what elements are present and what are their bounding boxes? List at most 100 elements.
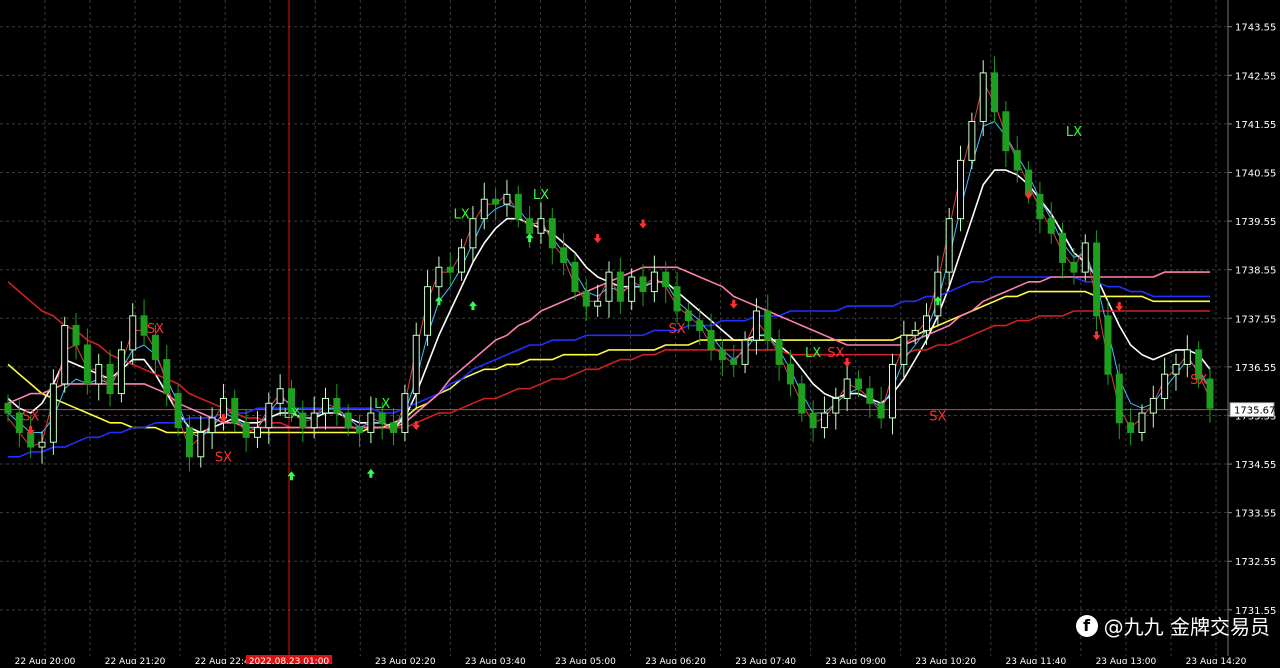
- candle-body[interactable]: [911, 329, 919, 336]
- candle-body[interactable]: [786, 363, 794, 385]
- candle-body[interactable]: [446, 266, 454, 273]
- candle-body[interactable]: [1047, 218, 1055, 234]
- candle-body[interactable]: [696, 320, 704, 331]
- candle-body[interactable]: [1093, 242, 1101, 317]
- candle-body[interactable]: [61, 325, 69, 385]
- candle-body[interactable]: [503, 193, 511, 205]
- price-chart[interactable]: 1743.55 1742.55 1741.55 1740.55 1739.55 1738.…: [0, 0, 1280, 667]
- candle-body[interactable]: [548, 218, 556, 249]
- candle-body[interactable]: [208, 417, 216, 433]
- candle-body[interactable]: [820, 412, 828, 429]
- candle-body[interactable]: [4, 402, 12, 414]
- candle-body[interactable]: [1183, 349, 1191, 365]
- candle-body[interactable]: [344, 412, 352, 429]
- plot-area[interactable]: [0, 0, 1228, 656]
- candle-body[interactable]: [1127, 422, 1135, 433]
- candle-body[interactable]: [900, 334, 908, 365]
- candle-body[interactable]: [775, 339, 783, 365]
- candle-body[interactable]: [185, 427, 193, 458]
- candle-body[interactable]: [707, 329, 715, 351]
- candle-body[interactable]: [151, 334, 159, 361]
- candle-body[interactable]: [401, 393, 409, 433]
- candle-body[interactable]: [684, 310, 692, 322]
- candle-body[interactable]: [877, 402, 885, 419]
- candle-body[interactable]: [492, 198, 500, 205]
- candle-body[interactable]: [809, 412, 817, 429]
- candle-body[interactable]: [628, 276, 636, 302]
- candle-body[interactable]: [1070, 261, 1078, 273]
- candle-body[interactable]: [458, 247, 466, 273]
- candle-body[interactable]: [424, 286, 432, 336]
- candle-body[interactable]: [1013, 150, 1021, 171]
- candle-body[interactable]: [72, 325, 80, 346]
- candle-body[interactable]: [582, 291, 590, 307]
- candle-body[interactable]: [1149, 397, 1157, 414]
- candle-body[interactable]: [367, 412, 375, 433]
- candle-body[interactable]: [174, 393, 182, 429]
- candle-body[interactable]: [843, 378, 851, 399]
- chart-svg[interactable]: 1743.55 1742.55 1741.55 1740.55 1739.55 1738.…: [0, 0, 1280, 667]
- candle-body[interactable]: [798, 383, 806, 414]
- candle-body[interactable]: [866, 388, 874, 404]
- candle-body[interactable]: [83, 344, 91, 385]
- candle-body[interactable]: [310, 412, 318, 429]
- candle-body[interactable]: [594, 300, 602, 307]
- candle-body[interactable]: [231, 397, 239, 424]
- candle-body[interactable]: [95, 363, 103, 385]
- candle-body[interactable]: [1036, 193, 1044, 220]
- candle-body[interactable]: [1172, 363, 1180, 375]
- candle-body[interactable]: [752, 310, 760, 341]
- candle-body[interactable]: [412, 334, 420, 395]
- candle-body[interactable]: [957, 159, 965, 220]
- candle-body[interactable]: [514, 193, 522, 220]
- candle-body[interactable]: [1115, 373, 1123, 424]
- candle-body[interactable]: [945, 218, 953, 273]
- candle-body[interactable]: [968, 120, 976, 161]
- candle-body[interactable]: [106, 363, 114, 395]
- candle-body[interactable]: [1002, 111, 1010, 152]
- candle-body[interactable]: [854, 378, 862, 390]
- candle-body[interactable]: [242, 422, 250, 438]
- candle-body[interactable]: [333, 397, 341, 414]
- candle-body[interactable]: [1138, 412, 1146, 433]
- candle-body[interactable]: [741, 339, 749, 365]
- candle-body[interactable]: [639, 276, 647, 293]
- candle-body[interactable]: [730, 359, 738, 365]
- candle-body[interactable]: [163, 359, 171, 395]
- candle-body[interactable]: [923, 315, 931, 331]
- candle-body[interactable]: [378, 412, 386, 424]
- candle-body[interactable]: [1206, 378, 1214, 409]
- candle-body[interactable]: [1161, 373, 1169, 399]
- candle-body[interactable]: [650, 271, 658, 293]
- candle-body[interactable]: [537, 218, 545, 234]
- candle-body[interactable]: [526, 218, 534, 234]
- candle-body[interactable]: [616, 271, 624, 302]
- candle-body[interactable]: [991, 72, 999, 113]
- candle-body[interactable]: [764, 310, 772, 341]
- candle-body[interactable]: [322, 397, 330, 414]
- candle-body[interactable]: [571, 261, 579, 293]
- candle-body[interactable]: [38, 441, 46, 448]
- candle-body[interactable]: [265, 402, 273, 429]
- candle-body[interactable]: [49, 383, 57, 443]
- candle-body[interactable]: [117, 349, 125, 395]
- candle-body[interactable]: [1081, 242, 1089, 273]
- candle-body[interactable]: [560, 247, 568, 263]
- candle-body[interactable]: [832, 397, 840, 414]
- candle-body[interactable]: [435, 266, 443, 288]
- candle-body[interactable]: [197, 431, 205, 458]
- candle-body[interactable]: [934, 271, 942, 317]
- candle-body[interactable]: [129, 315, 137, 351]
- candle-body[interactable]: [718, 349, 726, 361]
- candle-body[interactable]: [1059, 232, 1067, 263]
- candle-body[interactable]: [888, 363, 896, 419]
- candle-body[interactable]: [662, 271, 670, 288]
- candle-body[interactable]: [979, 72, 987, 122]
- candle-body[interactable]: [469, 218, 477, 249]
- candle-body[interactable]: [299, 412, 307, 429]
- candle-body[interactable]: [390, 422, 398, 433]
- candle-body[interactable]: [356, 427, 364, 433]
- candle-body[interactable]: [480, 198, 488, 220]
- candle-body[interactable]: [673, 286, 681, 312]
- candle-body[interactable]: [605, 271, 613, 302]
